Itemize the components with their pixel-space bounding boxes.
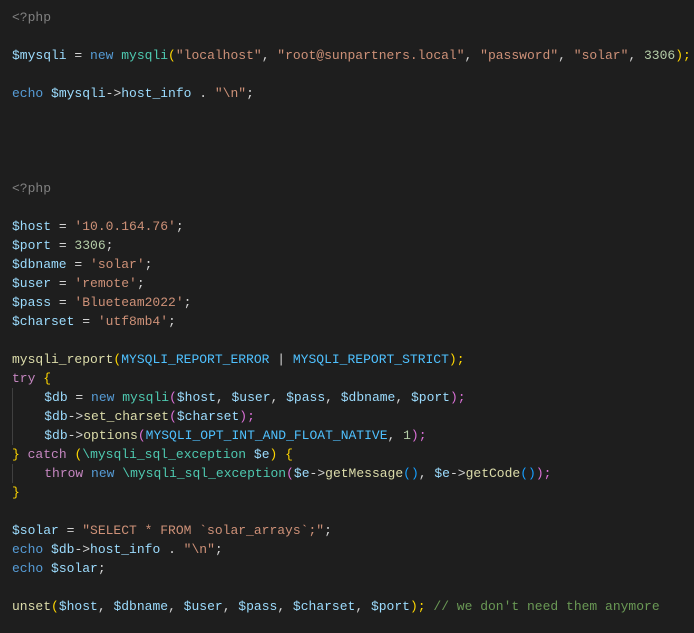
- code-line: $pass = 'Blueteam2022';: [12, 293, 682, 312]
- code-line: $db->options(MYSQLI_OPT_INT_AND_FLOAT_NA…: [12, 426, 682, 445]
- code-line: $host = '10.0.164.76';: [12, 217, 682, 236]
- code-line: [12, 65, 682, 84]
- code-line: echo $mysqli->host_info . "\n";: [12, 84, 682, 103]
- php-open-tag: <?php: [12, 181, 51, 196]
- code-line: echo $solar;: [12, 559, 682, 578]
- code-line: $db = new mysqli($host, $user, $pass, $d…: [12, 388, 682, 407]
- code-line: [12, 122, 682, 141]
- code-editor-content[interactable]: <?php $mysqli = new mysqli("localhost", …: [12, 8, 682, 616]
- code-line: throw new \mysqli_sql_exception($e->getM…: [12, 464, 682, 483]
- code-line: [12, 502, 682, 521]
- code-line: [12, 578, 682, 597]
- code-line: [12, 141, 682, 160]
- code-line: <?php: [12, 8, 682, 27]
- code-line: try {: [12, 369, 682, 388]
- code-line: $charset = 'utf8mb4';: [12, 312, 682, 331]
- code-line: $db->set_charset($charset);: [12, 407, 682, 426]
- php-open-tag: <?php: [12, 10, 51, 25]
- code-line: $port = 3306;: [12, 236, 682, 255]
- code-line: echo $db->host_info . "\n";: [12, 540, 682, 559]
- code-line: $solar = "SELECT * FROM `solar_arrays`;"…: [12, 521, 682, 540]
- code-line: [12, 27, 682, 46]
- code-line: unset($host, $dbname, $user, $pass, $cha…: [12, 597, 682, 616]
- code-line: <?php: [12, 179, 682, 198]
- code-line: mysqli_report(MYSQLI_REPORT_ERROR | MYSQ…: [12, 350, 682, 369]
- code-line: [12, 103, 682, 122]
- code-line: $dbname = 'solar';: [12, 255, 682, 274]
- code-line: [12, 331, 682, 350]
- code-line: [12, 160, 682, 179]
- code-line: }: [12, 483, 682, 502]
- code-line: [12, 198, 682, 217]
- code-line: $mysqli = new mysqli("localhost", "root@…: [12, 46, 682, 65]
- comment: // we don't need them anymore: [433, 599, 659, 614]
- code-line: } catch (\mysqli_sql_exception $e) {: [12, 445, 682, 464]
- code-line: $user = 'remote';: [12, 274, 682, 293]
